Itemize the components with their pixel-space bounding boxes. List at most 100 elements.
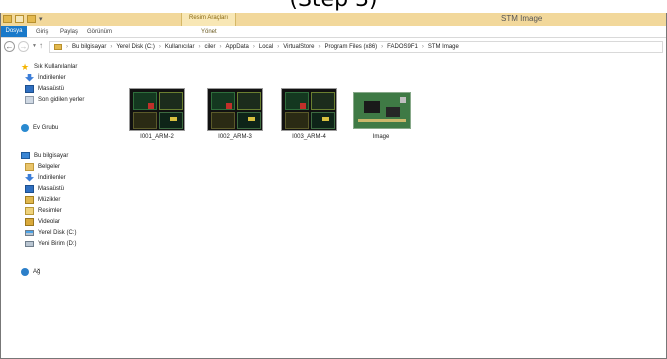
- file-name: I001_ARM-2: [140, 134, 174, 140]
- breadcrumb-item[interactable]: Yerel Disk (C:): [116, 44, 154, 50]
- sidebar-item-label: Müzikler: [38, 196, 61, 203]
- recent-locations-dropdown-icon[interactable]: ▼: [32, 43, 37, 49]
- breadcrumb-separator[interactable]: ›: [199, 44, 201, 50]
- sidebar-item-label: Ev Grubu: [33, 124, 59, 131]
- breadcrumb-item[interactable]: Kullanıcılar: [165, 44, 195, 50]
- tab-file[interactable]: Dosya: [1, 26, 27, 37]
- title-bar: ▾ Resim Araçları STM Image: [1, 13, 666, 26]
- explorer-window: ▾ Resim Araçları STM Image Dosya Giriş P…: [0, 13, 667, 359]
- breadcrumb-item[interactable]: VirtualStore: [283, 44, 314, 50]
- sidebar-item-downloads[interactable]: İndirilenler: [25, 73, 66, 82]
- step-caption: (Step 3): [0, 0, 667, 13]
- file-item-image[interactable]: Image: [342, 68, 414, 158]
- tab-manage[interactable]: Yönet: [201, 27, 217, 37]
- contextual-tab-group: Resim Araçları: [181, 13, 236, 26]
- sidebar-item-homegroup[interactable]: Ev Grubu: [21, 123, 58, 132]
- sidebar-item-network[interactable]: Ağ: [21, 267, 40, 276]
- computer-icon: [21, 152, 30, 159]
- quick-access-toolbar: ▾: [3, 15, 43, 23]
- up-button[interactable]: ↑: [39, 41, 43, 50]
- back-button[interactable]: ←: [4, 41, 15, 52]
- breadcrumb-separator[interactable]: ›: [422, 44, 424, 50]
- thumbnail: [353, 92, 411, 129]
- sidebar-item-desktop[interactable]: Masaüstü: [25, 84, 64, 93]
- breadcrumb-item[interactable]: ciler: [205, 44, 216, 50]
- tab-view[interactable]: Görünüm: [87, 27, 112, 37]
- file-name: Image: [372, 134, 390, 140]
- network-icon: [21, 267, 29, 276]
- sidebar-item-videos[interactable]: Videolar: [25, 217, 60, 226]
- sidebar-item-label: Ağ: [33, 268, 41, 275]
- properties-icon[interactable]: [15, 15, 24, 23]
- sidebar-item-label: İndirilenler: [38, 74, 66, 81]
- os-disk-icon: [25, 229, 34, 236]
- file-item-i002-arm-3[interactable]: I002_ARM-3: [196, 68, 268, 158]
- thumbnail: [281, 88, 337, 131]
- breadcrumb-item[interactable]: AppData: [226, 44, 249, 50]
- sidebar-item-music[interactable]: Müzikler: [25, 195, 60, 204]
- breadcrumb-separator[interactable]: ›: [159, 44, 161, 50]
- sidebar-item-new-volume-d[interactable]: Yeni Birim (D:): [25, 239, 76, 248]
- sidebar-item-local-disk-c[interactable]: Yerel Disk (C:): [0, 227, 109, 238]
- tab-home[interactable]: Giriş: [36, 27, 48, 37]
- sidebar-item-desktop-pc[interactable]: Masaüstü: [25, 184, 64, 193]
- desktop-icon: [25, 84, 34, 93]
- recent-places-icon: [25, 95, 34, 104]
- sidebar-item-documents[interactable]: Belgeler: [25, 162, 60, 171]
- window-title: STM Image: [501, 14, 543, 23]
- sidebar-item-favorites[interactable]: ★ Sık Kullanılanlar: [21, 62, 77, 71]
- folder-icon: [54, 44, 62, 50]
- customize-dropdown-icon[interactable]: ▾: [39, 15, 43, 23]
- sidebar-item-label: Belgeler: [38, 163, 61, 170]
- file-item-i003-arm-4[interactable]: I003_ARM-4: [270, 68, 342, 158]
- sidebar-item-label: Son gidilen yerler: [38, 96, 85, 103]
- sidebar-item-label: Masaüstü: [38, 85, 65, 92]
- videos-folder-icon: [25, 217, 34, 226]
- breadcrumb-item[interactable]: Program Files (x86): [324, 44, 377, 50]
- sidebar-item-label: Yeni Birim (D:): [38, 240, 77, 247]
- tab-share[interactable]: Paylaş: [60, 27, 78, 37]
- new-folder-icon[interactable]: [27, 15, 36, 23]
- breadcrumb-current[interactable]: STM Image: [428, 44, 459, 50]
- forward-button[interactable]: →: [18, 41, 29, 52]
- file-item-i001-arm-2[interactable]: I001_ARM-2: [118, 68, 190, 158]
- breadcrumb-item[interactable]: FADOS9F1: [387, 44, 418, 50]
- address-bar[interactable]: › Bu bilgisayar › Yerel Disk (C:) › Kull…: [49, 41, 663, 53]
- breadcrumb-item[interactable]: Local: [259, 44, 273, 50]
- star-icon: ★: [21, 61, 30, 72]
- folder-icon[interactable]: [3, 15, 12, 23]
- sidebar-item-label: İndirilenler: [38, 174, 66, 181]
- documents-folder-icon: [25, 162, 34, 171]
- disk-icon: [25, 240, 34, 247]
- breadcrumb-separator: ›: [66, 44, 68, 50]
- pictures-folder-icon: [25, 206, 34, 215]
- file-name: I003_ARM-4: [292, 134, 326, 140]
- music-folder-icon: [25, 195, 34, 204]
- breadcrumb-item[interactable]: Bu bilgisayar: [72, 44, 106, 50]
- downloads-folder-icon: [25, 173, 34, 182]
- homegroup-icon: [21, 123, 29, 132]
- breadcrumb-separator[interactable]: ›: [220, 44, 222, 50]
- navigation-pane: ★ Sık Kullanılanlar İndirilenler Masaüst…: [0, 56, 117, 358]
- ribbon-tabs: Dosya Giriş Paylaş Görünüm Yönet: [1, 26, 666, 38]
- sidebar-item-label: Sık Kullanılanlar: [34, 63, 78, 70]
- file-name: I002_ARM-3: [218, 134, 252, 140]
- sidebar-item-label: Videolar: [38, 218, 60, 225]
- sidebar-item-recent-places[interactable]: Son gidilen yerler: [25, 95, 84, 104]
- sidebar-item-label: Yerel Disk (C:): [38, 229, 77, 236]
- sidebar-item-pictures[interactable]: Resimler: [25, 206, 62, 215]
- sidebar-item-label: Resimler: [38, 207, 62, 214]
- download-folder-icon: [25, 73, 34, 82]
- thumbnail: [207, 88, 263, 131]
- sidebar-item-label: Masaüstü: [38, 185, 65, 192]
- breadcrumb-separator[interactable]: ›: [253, 44, 255, 50]
- thumbnail: [129, 88, 185, 131]
- breadcrumb-separator[interactable]: ›: [318, 44, 320, 50]
- breadcrumb-separator[interactable]: ›: [110, 44, 112, 50]
- breadcrumb-separator[interactable]: ›: [381, 44, 383, 50]
- sidebar-item-this-pc[interactable]: Bu bilgisayar: [21, 151, 68, 160]
- file-list: I001_ARM-2 I002_ARM-3 I003_ARM-4 Image: [118, 56, 664, 358]
- breadcrumb-separator[interactable]: ›: [277, 44, 279, 50]
- sidebar-item-downloads-pc[interactable]: İndirilenler: [25, 173, 66, 182]
- desktop-folder-icon: [25, 184, 34, 193]
